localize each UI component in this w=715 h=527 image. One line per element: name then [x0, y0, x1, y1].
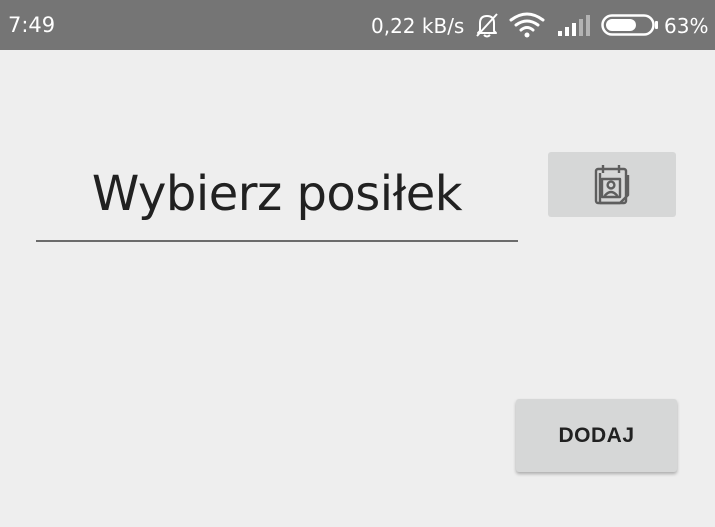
network-speed: 0,22 kB/s: [371, 14, 465, 38]
meal-select-field[interactable]: Wybierz posiłek: [36, 150, 518, 242]
status-bar: 7:49 0,22 kB/s 63%: [0, 0, 715, 50]
calendar-button[interactable]: [548, 152, 676, 217]
status-time: 7:49: [8, 13, 56, 37]
notifications-off-icon: [476, 13, 498, 38]
add-button[interactable]: DODAJ: [516, 399, 677, 472]
battery-percent: 63%: [664, 14, 709, 38]
battery-icon: [601, 14, 658, 36]
signal-icon: [558, 15, 590, 36]
meal-select-text[interactable]: Wybierz posiłek: [36, 164, 518, 224]
wifi-icon: [509, 12, 545, 38]
calendar-contact-icon: [594, 164, 630, 204]
